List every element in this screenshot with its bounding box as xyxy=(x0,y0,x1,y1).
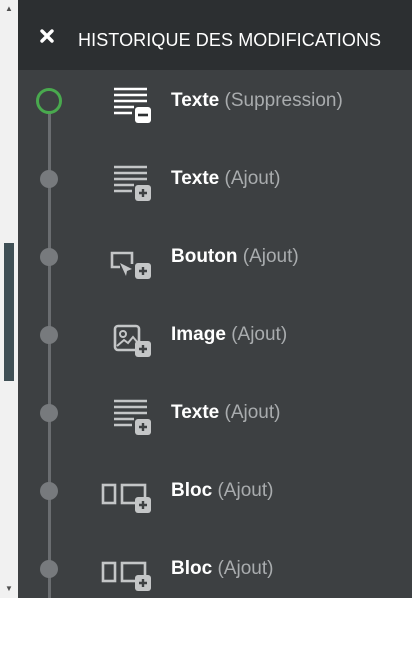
scroll-up-arrow[interactable]: ▲ xyxy=(0,2,18,16)
button-add-icon xyxy=(110,251,151,279)
history-item-kind: (Ajout) xyxy=(242,246,299,267)
history-item-label: Texte (Suppression) xyxy=(171,89,343,113)
timeline-node xyxy=(40,560,58,578)
history-item-name: Texte xyxy=(171,402,220,423)
history-item-label: Texte (Ajout) xyxy=(171,401,280,425)
history-item-label: Bloc (Ajout) xyxy=(171,479,273,503)
history-item-name: Bouton xyxy=(171,246,238,267)
panel-header: HISTORIQUE DES MODIFICATIONS xyxy=(18,0,412,70)
history-item-kind: (Suppression) xyxy=(224,90,343,111)
image-add-icon xyxy=(113,324,151,357)
history-item-name: Bloc xyxy=(171,558,213,579)
history-item-kind: (Ajout) xyxy=(231,324,288,345)
history-item-kind: (Ajout) xyxy=(224,402,281,423)
history-item-label: Bouton (Ajout) xyxy=(171,245,299,269)
scrollbar-thumb[interactable] xyxy=(4,243,14,381)
history-item-label: Texte (Ajout) xyxy=(171,167,280,191)
timeline-node xyxy=(40,248,58,266)
history-item[interactable]: Bloc (Ajout) xyxy=(18,558,412,647)
history-item-label: Image (Ajout) xyxy=(171,323,287,347)
text-remove-icon xyxy=(114,87,151,123)
history-item-kind: (Ajout) xyxy=(224,168,281,189)
close-icon[interactable] xyxy=(40,29,54,43)
timeline-node xyxy=(40,482,58,500)
timeline-node-current xyxy=(36,88,62,114)
block-add-icon xyxy=(101,483,151,513)
text-add-icon xyxy=(114,165,151,201)
history-item-name: Bloc xyxy=(171,480,213,501)
panel-title: HISTORIQUE DES MODIFICATIONS xyxy=(78,30,382,50)
timeline-node xyxy=(40,170,58,188)
history-item-label: Bloc (Ajout) xyxy=(171,557,273,581)
history-item-kind: (Ajout) xyxy=(217,480,274,501)
history-item-name: Texte xyxy=(171,168,220,189)
block-add-icon xyxy=(101,561,151,591)
history-item-name: Texte xyxy=(171,90,220,111)
history-item-kind: (Ajout) xyxy=(217,558,274,579)
history-item-name: Image xyxy=(171,324,226,345)
history-panel: HISTORIQUE DES MODIFICATIONS Texte (Suppr… xyxy=(18,0,412,598)
timeline-node xyxy=(40,326,58,344)
timeline-node xyxy=(40,404,58,422)
scroll-down-arrow[interactable]: ▼ xyxy=(0,582,18,596)
text-add-icon xyxy=(114,399,151,435)
page-scrollbar[interactable]: ▲ ▼ xyxy=(0,0,18,598)
